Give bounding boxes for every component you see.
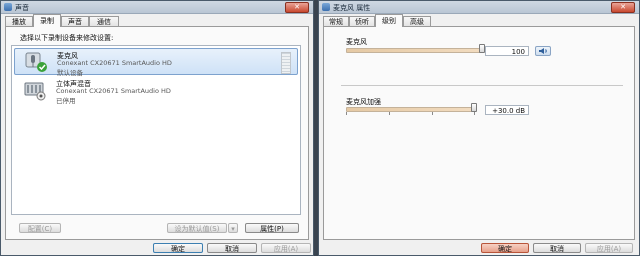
list-item-microphone[interactable]: 麦克风 Conexant CX20671 SmartAudio HD 默认设备 [14, 48, 298, 77]
microphone-boost-slider-thumb[interactable] [471, 103, 477, 112]
list-item-stereo-mix[interactable]: 立体声混音 Conexant CX20671 SmartAudio HD 已停用 [14, 77, 298, 105]
set-default-dropdown[interactable]: ▾ [228, 223, 238, 233]
microphone-boost-field[interactable]: +30.0 dB [485, 105, 529, 115]
title-bar[interactable]: 麦克风 属性 ✕ [319, 1, 639, 14]
divider [341, 85, 623, 86]
cancel-button[interactable]: 取消 [533, 243, 581, 253]
microphone-level-label: 麦克风 [346, 38, 367, 46]
tab-advanced[interactable]: 高级 [403, 16, 431, 26]
chevron-down-icon: ▾ [231, 225, 235, 233]
cancel-button[interactable]: 取消 [207, 243, 257, 253]
device-description: Conexant CX20671 SmartAudio HD [57, 59, 172, 67]
level-meter [281, 52, 291, 74]
slider-tick [474, 112, 475, 115]
tab-recording[interactable]: 录制 [33, 14, 61, 27]
microphone-app-icon [322, 3, 330, 11]
tab-communications[interactable]: 通信 [89, 16, 119, 26]
tab-levels[interactable]: 级别 [375, 14, 403, 27]
microphone-boost-slider[interactable] [346, 107, 476, 112]
microphone-level-field[interactable]: 100 [485, 46, 529, 56]
apply-button[interactable]: 应用(A) [585, 243, 633, 253]
microphone-icon [25, 52, 47, 72]
tab-listen[interactable]: 侦听 [349, 16, 375, 26]
microphone-properties-dialog: 麦克风 属性 ✕ 常规 侦听 级别 高级 麦克风 100 麦克风加强 +30.0… [318, 0, 640, 256]
title-bar[interactable]: 声音 ✕ [1, 1, 313, 14]
tab-panel [323, 26, 635, 240]
device-state: 默认设备 [57, 69, 83, 77]
speaker-icon [539, 48, 547, 54]
window-title: 声音 [15, 4, 29, 12]
sound-dialog: 声音 ✕ 播放 录制 声音 通信 选择以下录制设备来修改设置: 麦克风 Cone… [0, 0, 314, 256]
instruction-text: 选择以下录制设备来修改设置: [20, 34, 114, 42]
tab-sounds[interactable]: 声音 [61, 16, 89, 26]
slider-tick [389, 112, 390, 115]
tab-general[interactable]: 常规 [323, 16, 349, 26]
close-button[interactable]: ✕ [611, 2, 635, 13]
ok-button[interactable]: 确定 [481, 243, 529, 253]
ok-button[interactable]: 确定 [153, 243, 203, 253]
configure-button[interactable]: 配置(C) [19, 223, 61, 233]
microphone-level-slider[interactable] [346, 48, 484, 53]
sound-app-icon [4, 3, 12, 11]
properties-button[interactable]: 属性(P) [245, 223, 299, 233]
tab-playback[interactable]: 播放 [5, 16, 33, 26]
window-title: 麦克风 属性 [333, 4, 371, 12]
device-list[interactable]: 麦克风 Conexant CX20671 SmartAudio HD 默认设备 … [11, 45, 301, 215]
set-default-button[interactable]: 设为默认值(S) [167, 223, 227, 233]
apply-button[interactable]: 应用(A) [261, 243, 311, 253]
mute-button[interactable] [535, 46, 551, 56]
close-button[interactable]: ✕ [285, 2, 309, 13]
stereo-mix-icon [24, 82, 46, 101]
slider-tick [346, 112, 347, 115]
slider-tick [432, 112, 433, 115]
device-description: Conexant CX20671 SmartAudio HD [56, 87, 171, 95]
device-state: 已停用 [56, 97, 76, 105]
microphone-boost-label: 麦克风加强 [346, 98, 381, 106]
